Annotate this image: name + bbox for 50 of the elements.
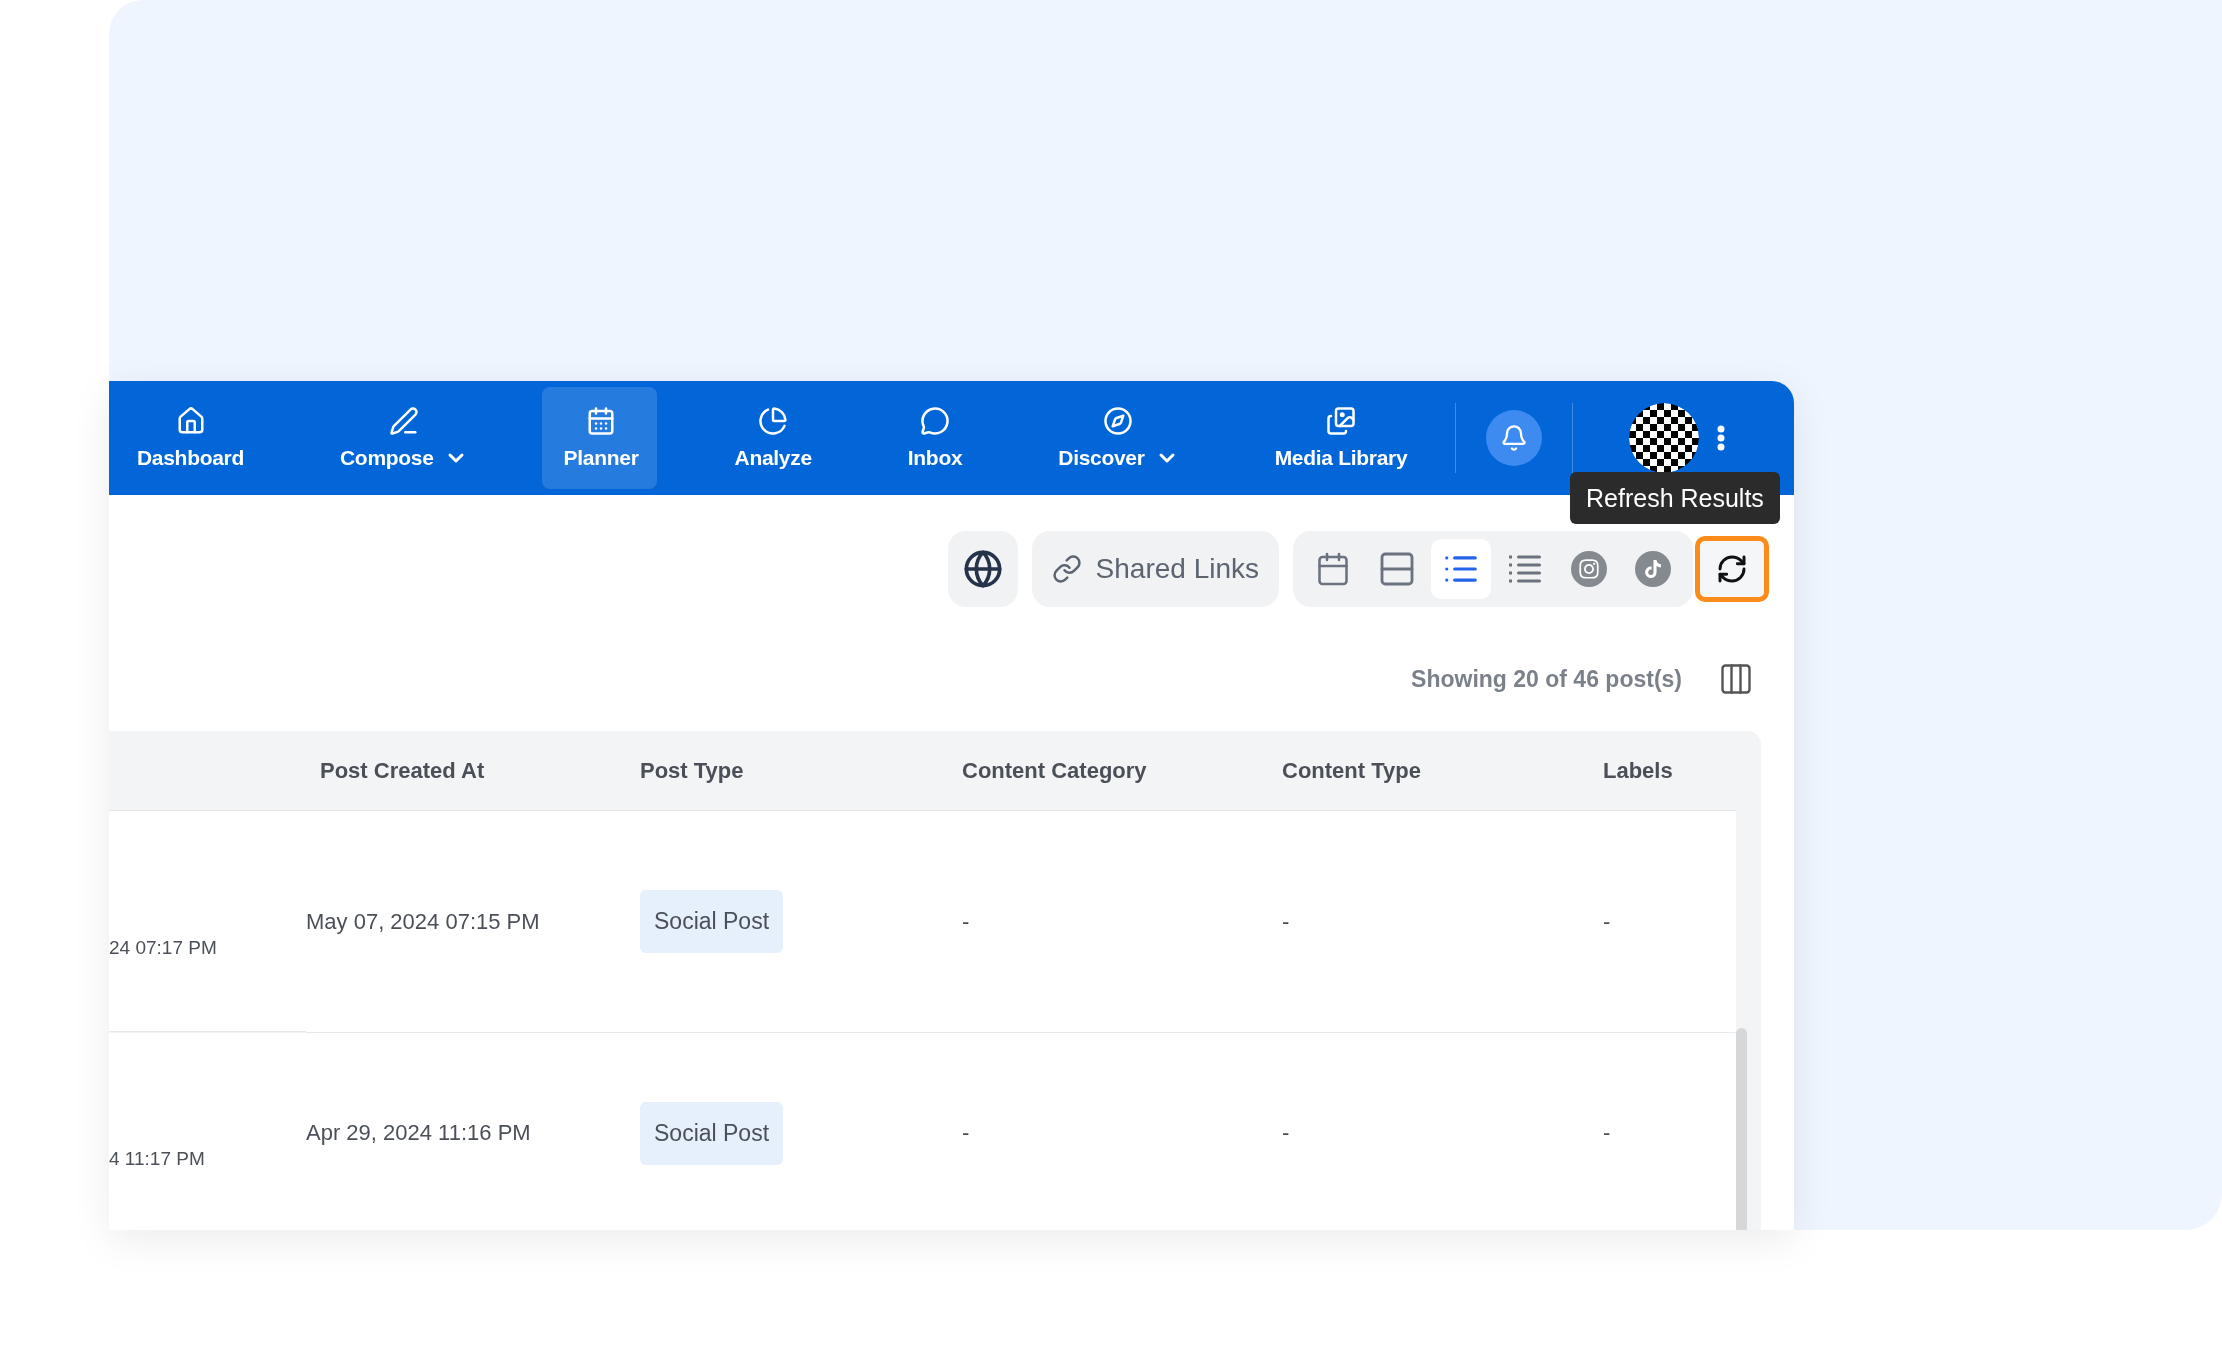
table-cell: 24 07:17 PM (109, 936, 217, 959)
nav-tab[interactable]: Planner (541, 387, 657, 489)
nav-tab[interactable]: Dashboard (115, 387, 262, 489)
calendar-icon (586, 406, 617, 436)
nav-tab[interactable]: Analyze (712, 387, 830, 489)
link-icon (1051, 554, 1082, 584)
table-cell: - (1603, 1120, 1611, 1146)
shared-links-button[interactable]: Shared Links (1031, 531, 1279, 607)
nav-tab[interactable]: Discover (1036, 387, 1197, 489)
column-header: Post Created At (320, 757, 485, 784)
table-cell: - (1603, 908, 1611, 935)
globe-icon (962, 549, 1003, 589)
table-cell: - (962, 1120, 970, 1146)
pie-chart-icon (758, 406, 789, 436)
table-cell: - (1282, 908, 1290, 935)
globe-button[interactable] (947, 531, 1018, 607)
refresh-button[interactable] (1695, 536, 1769, 602)
compass-icon (1103, 406, 1134, 436)
calendar-icon (1315, 551, 1351, 587)
instagram-icon (1571, 551, 1607, 587)
tiktok-icon (1635, 551, 1671, 587)
table-cell: - (962, 908, 970, 935)
table-cell: May 07, 2024 07:15 PM (306, 908, 540, 935)
images-icon (1325, 406, 1356, 436)
view-button[interactable] (1431, 539, 1491, 599)
table-cell: 4 11:17 PM (109, 1148, 205, 1170)
scrollbar-thumb[interactable] (1736, 1028, 1747, 1230)
columns-button[interactable] (1718, 661, 1754, 697)
avatar-icon[interactable] (1629, 403, 1700, 473)
more-button[interactable] (1717, 425, 1726, 451)
column-header: Content Category (962, 757, 1147, 784)
post-type-tag: Social Post (640, 890, 784, 953)
column-header: Post Type (640, 757, 744, 784)
nav-tab[interactable]: Media Library (1252, 387, 1426, 489)
table-cell: Apr 29, 2024 11:16 PM (306, 1120, 531, 1146)
refresh-icon (1716, 553, 1748, 585)
dotted-list-icon (1508, 554, 1542, 584)
bell-icon (1500, 424, 1529, 452)
tooltip: Refresh Results (1570, 472, 1780, 524)
chat-icon (920, 406, 951, 436)
home-icon (175, 406, 206, 436)
nav-tab[interactable]: Compose (318, 387, 486, 489)
table-cell: - (1282, 1120, 1290, 1146)
column-header: Content Type (1282, 757, 1421, 784)
post-count: Showing 20 of 46 post(s) (1411, 665, 1682, 693)
nav-tab[interactable]: Inbox (885, 387, 981, 489)
pen-icon (388, 406, 419, 436)
post-type-tag: Social Post (640, 1101, 784, 1165)
more-icon (1717, 425, 1726, 451)
column-header: Labels (1603, 757, 1673, 784)
